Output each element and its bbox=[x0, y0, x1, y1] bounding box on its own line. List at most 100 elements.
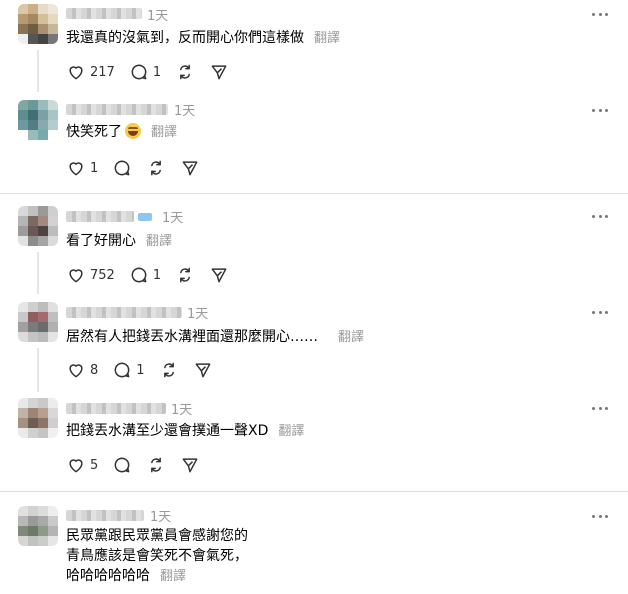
more-icon[interactable] bbox=[592, 304, 608, 320]
action-bar: 5 bbox=[66, 455, 214, 475]
avatar[interactable] bbox=[18, 506, 58, 546]
like-button[interactable]: 752 bbox=[66, 265, 115, 285]
avatar[interactable] bbox=[18, 4, 58, 44]
reply-button[interactable]: 1 bbox=[112, 360, 145, 380]
comment-icon bbox=[131, 64, 147, 80]
action-bar: 752 1 bbox=[66, 265, 243, 285]
username-blurred[interactable] bbox=[66, 8, 142, 19]
translate-link[interactable]: 翻譯 bbox=[338, 330, 364, 345]
repost-icon bbox=[151, 457, 162, 473]
action-bar: 8 1 bbox=[66, 360, 227, 380]
repost-icon bbox=[163, 362, 174, 378]
post-text: 我還真的沒氣到，反而開心你們這樣做 翻譯 bbox=[66, 27, 340, 50]
send-icon bbox=[182, 458, 198, 473]
post-3: 1天 看了好開心 翻譯 752 1 bbox=[0, 202, 628, 297]
post-text: 居然有人把錢丟水溝裡面還那麼開心…… 翻譯 bbox=[66, 326, 364, 349]
avatar[interactable] bbox=[18, 302, 58, 342]
like-count: 752 bbox=[90, 267, 115, 283]
heart-icon bbox=[69, 269, 83, 283]
repost-icon bbox=[180, 64, 191, 80]
username-blurred[interactable] bbox=[66, 510, 144, 521]
like-count: 217 bbox=[90, 64, 115, 80]
post-text-line: 民眾黨跟民眾黨員會感謝您的 bbox=[66, 528, 248, 544]
post-text-content: 看了好開心 bbox=[66, 233, 136, 249]
more-icon[interactable] bbox=[592, 400, 608, 416]
more-icon[interactable] bbox=[592, 508, 608, 524]
post-time: 1天 bbox=[150, 510, 172, 525]
post-time: 1天 bbox=[162, 211, 184, 226]
reply-count: 1 bbox=[136, 362, 145, 378]
post-6: 1天 民眾黨跟民眾黨員會感謝您的 青鳥應該是會笑死不會氣死， 哈哈哈哈哈哈 翻譯 bbox=[0, 500, 628, 594]
repost-button[interactable] bbox=[175, 265, 195, 285]
reply-button[interactable]: 1 bbox=[129, 265, 161, 285]
share-button[interactable] bbox=[209, 265, 229, 285]
repost-button[interactable] bbox=[146, 158, 166, 178]
like-button[interactable]: 5 bbox=[66, 455, 98, 475]
translate-link[interactable]: 翻譯 bbox=[314, 31, 340, 46]
repost-button[interactable] bbox=[159, 360, 179, 380]
post-time: 1天 bbox=[147, 9, 169, 24]
like-count: 5 bbox=[90, 457, 99, 473]
post-text: 民眾黨跟民眾黨員會感謝您的 青鳥應該是會笑死不會氣死， 哈哈哈哈哈哈 翻譯 bbox=[66, 526, 248, 587]
post-time: 1天 bbox=[171, 403, 193, 418]
username-blurred[interactable] bbox=[66, 211, 134, 222]
like-button[interactable]: 1 bbox=[66, 158, 98, 178]
repost-button[interactable] bbox=[146, 455, 166, 475]
heart-icon bbox=[69, 66, 83, 80]
thread-line bbox=[37, 50, 39, 92]
heart-icon bbox=[69, 162, 83, 176]
username-blurred[interactable] bbox=[66, 403, 166, 414]
avatar[interactable] bbox=[18, 206, 58, 246]
post-1: 1天 我還真的沒氣到，反而開心你們這樣做 翻譯 217 1 bbox=[0, 0, 628, 95]
share-button[interactable] bbox=[209, 62, 229, 82]
reply-button[interactable]: 1 bbox=[129, 62, 161, 82]
comment-icon bbox=[114, 362, 130, 378]
thread-line bbox=[37, 348, 39, 392]
post-text-content: 快笑死了 bbox=[66, 124, 122, 140]
divider bbox=[0, 193, 628, 194]
verified-badge-icon bbox=[138, 213, 152, 221]
post-text: 把錢丟水溝至少還會撲通一聲XD 翻譯 bbox=[66, 420, 304, 443]
avatar[interactable] bbox=[18, 100, 58, 140]
send-icon bbox=[182, 161, 198, 176]
username-blurred[interactable] bbox=[66, 104, 168, 115]
share-button[interactable] bbox=[180, 455, 200, 475]
post-text-content: 哈哈哈哈哈哈 bbox=[66, 568, 150, 584]
send-icon bbox=[211, 65, 227, 80]
more-icon[interactable] bbox=[592, 6, 608, 22]
action-bar: 1 bbox=[66, 158, 214, 178]
like-button[interactable]: 8 bbox=[66, 360, 98, 380]
share-button[interactable] bbox=[180, 158, 200, 178]
username-blurred[interactable] bbox=[66, 307, 182, 318]
post-text-content: 我還真的沒氣到，反而開心你們這樣做 bbox=[66, 30, 304, 46]
post-text: 快笑死了 翻譯 bbox=[66, 121, 177, 144]
repost-icon bbox=[151, 160, 162, 176]
reply-count: 1 bbox=[152, 64, 162, 80]
reply-button[interactable] bbox=[112, 455, 132, 475]
send-icon bbox=[195, 363, 210, 378]
comment-icon bbox=[131, 267, 147, 283]
post-time: 1天 bbox=[174, 104, 196, 119]
post-text-line-last: 哈哈哈哈哈哈 翻譯 bbox=[66, 566, 248, 587]
more-icon[interactable] bbox=[592, 102, 608, 118]
send-icon bbox=[211, 268, 227, 283]
translate-link[interactable]: 翻譯 bbox=[160, 569, 186, 584]
more-icon[interactable] bbox=[592, 208, 608, 224]
comment-icon bbox=[114, 457, 130, 473]
post-2: 1天 快笑死了 翻譯 1 bbox=[0, 96, 628, 192]
like-button[interactable]: 217 bbox=[66, 62, 115, 82]
reply-button[interactable] bbox=[112, 158, 132, 178]
post-4: 1天 居然有人把錢丟水溝裡面還那麼開心…… 翻譯 8 1 bbox=[0, 298, 628, 393]
repost-icon bbox=[180, 267, 191, 283]
heart-icon bbox=[69, 459, 83, 473]
post-text-content: 居然有人把錢丟水溝裡面還那麼開心…… bbox=[66, 329, 318, 345]
translate-link[interactable]: 翻譯 bbox=[278, 424, 304, 439]
translate-link[interactable]: 翻譯 bbox=[151, 125, 177, 140]
post-text-line: 青鳥應該是會笑死不會氣死， bbox=[66, 548, 248, 564]
avatar[interactable] bbox=[18, 398, 58, 438]
translate-link[interactable]: 翻譯 bbox=[146, 234, 172, 249]
share-button[interactable] bbox=[193, 360, 213, 380]
repost-button[interactable] bbox=[175, 62, 195, 82]
action-bar: 217 1 bbox=[66, 62, 243, 82]
laughing-emoji-icon bbox=[125, 123, 141, 139]
